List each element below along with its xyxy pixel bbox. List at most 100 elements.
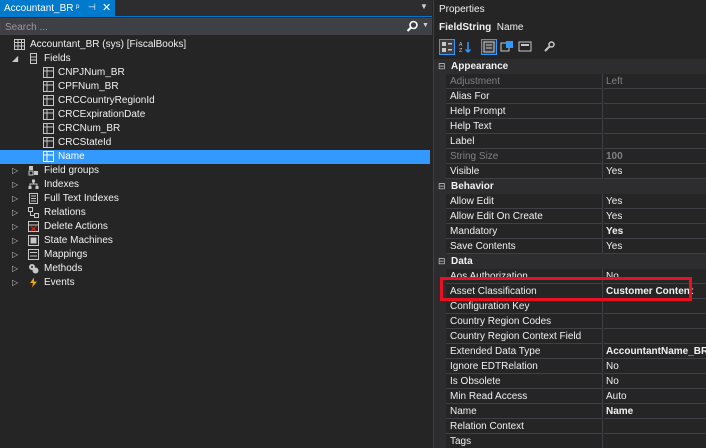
- property-name: Allow Edit: [446, 194, 603, 209]
- collapse-category-icon[interactable]: ⊟: [438, 181, 446, 192]
- property-value[interactable]: Yes: [604, 194, 706, 209]
- property-row[interactable]: Ignore EDTRelation No: [434, 359, 706, 374]
- expand-icon[interactable]: ▷: [12, 180, 20, 190]
- property-value[interactable]: Yes: [604, 239, 706, 254]
- tree-node-methods[interactable]: ▷ Methods: [0, 262, 430, 276]
- property-value[interactable]: [604, 119, 706, 134]
- collapse-category-icon[interactable]: ⊟: [438, 61, 446, 72]
- expand-icon[interactable]: ▷: [12, 278, 20, 288]
- search-input[interactable]: [5, 21, 385, 33]
- row-gutter: [434, 74, 446, 89]
- property-row[interactable]: Is Obsolete No: [434, 374, 706, 389]
- property-row[interactable]: Allow Edit On Create Yes: [434, 209, 706, 224]
- property-row[interactable]: Help Text: [434, 119, 706, 134]
- property-value[interactable]: [604, 434, 706, 448]
- property-value[interactable]: [604, 314, 706, 329]
- category-appearance[interactable]: ⊟ Appearance: [434, 59, 706, 74]
- expand-icon[interactable]: ▷: [12, 166, 20, 176]
- tree-node-fields[interactable]: ◢ Fields: [0, 52, 430, 66]
- tree-node-state-machines[interactable]: ▷ State Machines: [0, 234, 430, 248]
- property-value[interactable]: [604, 419, 706, 434]
- collapse-category-icon[interactable]: ⊟: [438, 256, 446, 267]
- tree-node-delete-actions[interactable]: ▷ Delete Actions: [0, 220, 430, 234]
- category-behavior[interactable]: ⊟ Behavior: [434, 179, 706, 194]
- row-gutter: [434, 194, 446, 209]
- property-row[interactable]: Min Read Access Auto: [434, 389, 706, 404]
- property-row[interactable]: Help Prompt: [434, 104, 706, 119]
- field-node[interactable]: CRCNum_BR: [0, 122, 430, 136]
- property-row[interactable]: Save Contents Yes: [434, 239, 706, 254]
- property-value[interactable]: [604, 104, 706, 119]
- tree-node-relations[interactable]: ▷ Relations: [0, 206, 430, 220]
- tree-root-node[interactable]: Accountant_BR (sys) [FiscalBooks]: [0, 38, 430, 52]
- tree-node-label: Methods: [44, 263, 83, 274]
- property-row[interactable]: String Size 100: [434, 149, 706, 164]
- wrench-icon[interactable]: [542, 40, 556, 54]
- property-value[interactable]: Yes: [604, 164, 706, 179]
- property-value[interactable]: Left: [604, 74, 706, 89]
- property-row[interactable]: Country Region Context Field: [434, 329, 706, 344]
- property-value[interactable]: 100: [604, 149, 706, 164]
- category-label: Behavior: [451, 181, 494, 192]
- property-pages-icon[interactable]: [518, 40, 532, 54]
- expand-icon[interactable]: ▷: [12, 250, 20, 260]
- close-tab-icon[interactable]: ✕: [102, 1, 111, 14]
- properties-view-icon[interactable]: [481, 39, 497, 55]
- property-row[interactable]: Allow Edit Yes: [434, 194, 706, 209]
- keep-open-icon[interactable]: ⊣: [88, 2, 96, 13]
- property-row[interactable]: Configuration Key: [434, 299, 706, 314]
- tree-node-indexes[interactable]: ▷ Indexes: [0, 178, 430, 192]
- row-gutter: [434, 239, 446, 254]
- expand-icon[interactable]: ▷: [12, 208, 20, 218]
- indexes-icon: [28, 179, 39, 189]
- events-view-icon[interactable]: [500, 40, 514, 54]
- field-node[interactable]: CRCCountryRegionId: [0, 94, 430, 108]
- property-value[interactable]: [604, 89, 706, 104]
- property-row[interactable]: Alias For: [434, 89, 706, 104]
- tree-node-mappings[interactable]: ▷ Mappings: [0, 248, 430, 262]
- field-node[interactable]: CNPJNum_BR: [0, 66, 430, 80]
- property-row[interactable]: Country Region Codes: [434, 314, 706, 329]
- expand-icon[interactable]: ▷: [12, 222, 20, 232]
- pin-icon[interactable]: ᵖ: [76, 2, 79, 12]
- field-node[interactable]: CRCStateId: [0, 136, 430, 150]
- property-value[interactable]: [604, 299, 706, 314]
- property-value[interactable]: AccountantName_BR: [604, 344, 706, 359]
- property-row[interactable]: Visible Yes: [434, 164, 706, 179]
- field-node[interactable]: CPFNum_BR: [0, 80, 430, 94]
- tree-node-label: Full Text Indexes: [44, 193, 119, 204]
- expand-icon[interactable]: ▷: [12, 264, 20, 274]
- categorized-icon[interactable]: [439, 39, 455, 55]
- property-row[interactable]: Relation Context: [434, 419, 706, 434]
- search-options-dropdown-icon[interactable]: ▼: [422, 22, 429, 29]
- property-value[interactable]: [604, 134, 706, 149]
- property-row[interactable]: Extended Data Type AccountantName_BR: [434, 344, 706, 359]
- property-row[interactable]: Adjustment Left: [434, 74, 706, 89]
- tree-node-field-groups[interactable]: ▷ Field groups: [0, 164, 430, 178]
- category-data[interactable]: ⊟ Data: [434, 254, 706, 269]
- expand-icon[interactable]: ▷: [12, 236, 20, 246]
- collapse-icon[interactable]: ◢: [12, 54, 20, 64]
- property-row[interactable]: Name Name: [434, 404, 706, 419]
- property-value[interactable]: Yes: [604, 209, 706, 224]
- tree-node-events[interactable]: ▷ Events: [0, 276, 430, 290]
- document-tab[interactable]: Accountant_BR ᵖ ⊣ ✕: [0, 0, 115, 17]
- property-row[interactable]: Tags: [434, 434, 706, 448]
- tree-node-label: Events: [44, 277, 75, 288]
- table-icon: [14, 39, 25, 50]
- property-row[interactable]: Label: [434, 134, 706, 149]
- property-value[interactable]: No: [604, 359, 706, 374]
- field-node[interactable]: CRCExpirationDate: [0, 108, 430, 122]
- property-row[interactable]: Mandatory Yes: [434, 224, 706, 239]
- expand-icon[interactable]: ▷: [12, 194, 20, 204]
- field-node[interactable]: Name: [0, 150, 430, 164]
- property-value[interactable]: Yes: [604, 224, 706, 239]
- property-value[interactable]: [604, 329, 706, 344]
- property-value[interactable]: Name: [604, 404, 706, 419]
- tab-dropdown-icon[interactable]: ▼: [420, 2, 428, 11]
- tree-node-full-text-indexes[interactable]: ▷ Full Text Indexes: [0, 192, 430, 206]
- property-value[interactable]: No: [604, 374, 706, 389]
- alphabetical-icon[interactable]: A Z: [458, 40, 472, 54]
- search-icon[interactable]: [406, 20, 419, 33]
- property-value[interactable]: Auto: [604, 389, 706, 404]
